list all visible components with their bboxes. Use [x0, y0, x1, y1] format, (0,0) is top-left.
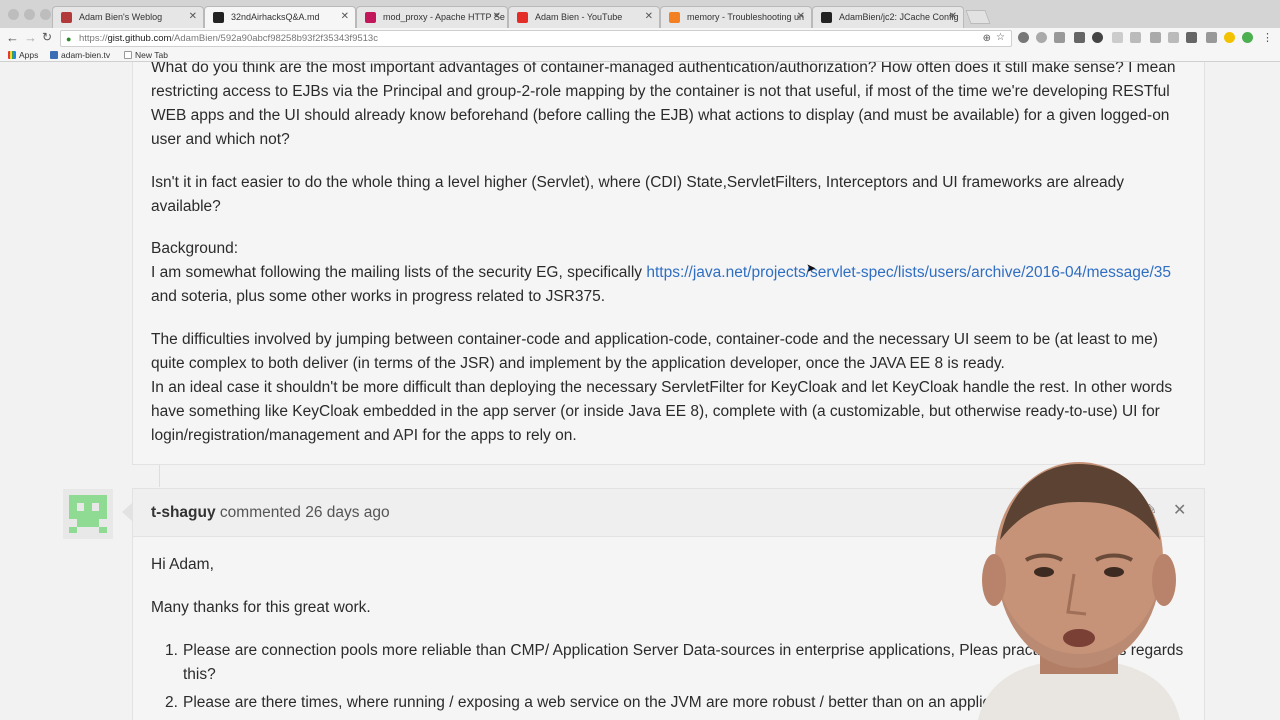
comment-author-link[interactable]: t-shaguy	[151, 504, 216, 521]
tab-title: AdamBien/jc2: JCache Config	[839, 12, 959, 22]
maximize-window-button[interactable]	[40, 9, 51, 20]
extension-info-icon[interactable]	[1018, 32, 1029, 43]
tab-title: memory - Troubleshooting un	[687, 12, 805, 22]
extension-page-icon[interactable]	[1150, 32, 1161, 43]
browser-tab[interactable]: memory - Troubleshooting un ✕	[660, 6, 812, 28]
comment-paragraph: Background: I am somewhat following the …	[151, 240, 1172, 305]
youtube-favicon-icon	[517, 12, 528, 23]
extension-shield-icon[interactable]	[1054, 32, 1065, 43]
extension-square-icon[interactable]	[1130, 32, 1141, 43]
extension-cast-icon[interactable]	[1206, 32, 1217, 43]
reload-icon[interactable]: ↻	[42, 30, 52, 44]
address-bar[interactable]: ● https://gist.github.com/AdamBien/592a9…	[60, 30, 1012, 47]
comment-paragraph: What do you think are the most important…	[151, 62, 1176, 148]
tab-title: Adam Bien - YouTube	[535, 12, 623, 22]
mouse-cursor-icon: ➤	[806, 261, 817, 275]
extension-doc-icon[interactable]	[1168, 32, 1179, 43]
extension-gear-icon[interactable]	[1092, 32, 1103, 43]
url-path: /AdamBien/592a90abcf98258b93f2f35343f951…	[171, 33, 378, 44]
avatar[interactable]	[63, 489, 113, 539]
extension-yellow-icon[interactable]	[1224, 32, 1235, 43]
presenter-silhouette-icon	[978, 462, 1180, 720]
extension-box-icon[interactable]	[1186, 32, 1197, 43]
browser-tab[interactable]: mod_proxy - Apache HTTP Se ✕	[356, 6, 508, 28]
comment-paragraph: In an ideal case it shouldn't be more di…	[151, 379, 1173, 444]
apache-favicon-icon	[365, 12, 376, 23]
apps-grid-icon	[8, 51, 16, 59]
close-tab-icon[interactable]: ✕	[341, 11, 349, 22]
extension-puzzle-icon[interactable]	[1074, 32, 1085, 43]
extension-green-icon[interactable]	[1242, 32, 1253, 43]
presenter-video-overlay	[968, 462, 1190, 720]
tab-strip: Adam Bien's Weblog ✕ 32ndAirhacksQ&A.md …	[0, 0, 1280, 28]
back-arrow-icon[interactable]: ←	[6, 30, 19, 45]
github-favicon-icon	[821, 12, 832, 23]
close-tab-icon[interactable]: ✕	[189, 11, 197, 22]
new-tab-button[interactable]	[965, 10, 991, 24]
github-favicon-icon	[213, 12, 224, 23]
bookmark-adam-bien-tv[interactable]: adam-bien.tv	[50, 50, 110, 60]
comment-meta[interactable]: commented 26 days ago	[220, 504, 390, 521]
tab-title: Adam Bien's Weblog	[79, 12, 163, 22]
comment-pointer	[122, 503, 132, 521]
bookmark-new-tab[interactable]: New Tab	[124, 50, 168, 60]
minimize-window-button[interactable]	[24, 9, 35, 20]
browser-toolbar: ← → ↻ ● https://gist.github.com/AdamBien…	[0, 28, 1280, 48]
background-heading: Background:	[151, 240, 239, 257]
forward-arrow-icon[interactable]: →	[24, 30, 37, 45]
menu-dots-icon[interactable]: ⋮	[1262, 31, 1273, 44]
browser-tab[interactable]: Adam Bien - YouTube ✕	[508, 6, 660, 28]
url-scheme: https://	[79, 33, 108, 44]
url-host: gist.github.com	[107, 33, 172, 44]
bookmark-apps[interactable]: Apps	[8, 50, 38, 60]
stackoverflow-favicon-icon	[669, 12, 680, 23]
bookmark-star-icon[interactable]: ☆	[996, 32, 1005, 43]
comment-paragraph: The difficulties involved by jumping bet…	[151, 331, 1158, 372]
close-tab-icon[interactable]: ✕	[949, 11, 957, 22]
close-tab-icon[interactable]: ✕	[493, 11, 501, 22]
page-icon	[124, 51, 132, 59]
close-window-button[interactable]	[8, 9, 19, 20]
bookmarks-bar: Apps adam-bien.tv New Tab	[0, 48, 1280, 62]
lock-icon: ●	[66, 34, 72, 44]
browser-tab[interactable]: Adam Bien's Weblog ✕	[52, 6, 204, 28]
browser-tab-active[interactable]: 32ndAirhacksQ&A.md ✕	[204, 6, 356, 28]
close-tab-icon[interactable]: ✕	[645, 11, 653, 22]
weblog-favicon-icon	[61, 12, 72, 23]
close-tab-icon[interactable]: ✕	[797, 11, 805, 22]
extension-ghost-icon[interactable]	[1036, 32, 1047, 43]
mailing-list-link[interactable]: https://java.net/projects/servlet-spec/l…	[646, 264, 1171, 281]
zoom-icon[interactable]: ⊕	[983, 33, 991, 44]
extension-blank-icon[interactable]	[1112, 32, 1123, 43]
browser-tab[interactable]: AdamBien/jc2: JCache Config ✕	[812, 6, 964, 28]
timeline-line	[159, 465, 160, 487]
bookmark-u-icon	[50, 51, 58, 59]
comment-paragraph: Isn't it in fact easier to do the whole …	[151, 174, 1124, 215]
tab-title: 32ndAirhacksQ&A.md	[231, 12, 320, 22]
tab-title: mod_proxy - Apache HTTP Se	[383, 12, 505, 22]
